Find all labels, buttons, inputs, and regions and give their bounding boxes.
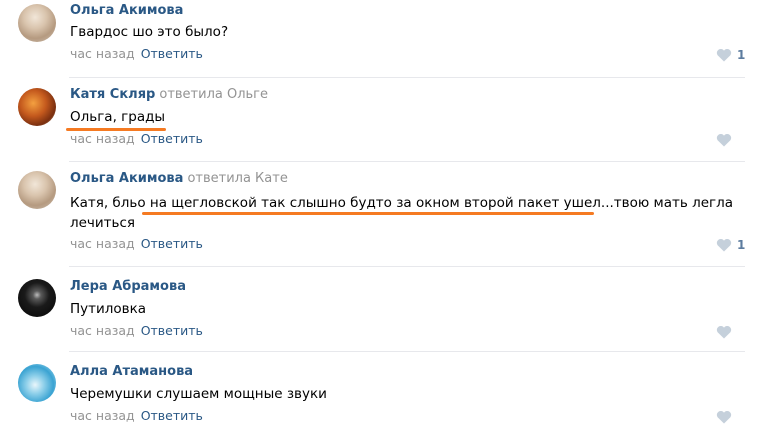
- avatar[interactable]: [18, 171, 56, 209]
- comment-text: Черемушки слушаем мощные звуки: [70, 386, 327, 402]
- heart-icon: [716, 133, 732, 147]
- comment-text: Гвардос шо это было?: [70, 24, 229, 40]
- author-line: Ольга Акимова: [70, 3, 183, 18]
- annotation-underline: [142, 212, 594, 215]
- comment-item: Лера Абрамова Путиловка час назад Ответит…: [0, 267, 771, 352]
- avatar[interactable]: [18, 4, 56, 42]
- author-line: Ольга Акимова ответила Кате: [70, 171, 288, 186]
- like-button[interactable]: [716, 133, 737, 147]
- author-line: Катя Скляр ответила Ольге: [70, 87, 268, 102]
- like-count: 1: [737, 48, 746, 62]
- like-button[interactable]: [716, 410, 737, 424]
- author-name[interactable]: Ольга Акимова: [70, 3, 183, 18]
- reply-button[interactable]: Ответить: [141, 323, 203, 338]
- author-line: Лера Абрамова: [70, 279, 186, 294]
- avatar[interactable]: [18, 279, 56, 317]
- heart-icon: [716, 325, 732, 339]
- comments-feed: Ольга Акимова Гвардос шо это было? час н…: [0, 0, 771, 440]
- comment-time[interactable]: час назад: [70, 46, 135, 61]
- reply-to-label[interactable]: ответила Кате: [187, 171, 287, 186]
- like-count: 1: [737, 238, 746, 252]
- comment-meta: час назад Ответить: [70, 131, 203, 146]
- like-button[interactable]: 1: [716, 48, 745, 62]
- like-button[interactable]: [716, 325, 737, 339]
- reply-to-label[interactable]: ответила Ольге: [159, 87, 268, 102]
- reply-button[interactable]: Ответить: [141, 236, 203, 251]
- comment-meta: час назад Ответить: [70, 236, 203, 251]
- reply-button[interactable]: Ответить: [141, 131, 203, 146]
- author-name[interactable]: Алла Атаманова: [70, 364, 193, 379]
- comment-time[interactable]: час назад: [70, 408, 135, 423]
- comment-meta: час назад Ответить: [70, 323, 203, 338]
- reply-button[interactable]: Ответить: [141, 46, 203, 61]
- comment-meta: час назад Ответить: [70, 46, 203, 61]
- comment-item: Ольга Акимова ответила Кате Катя, бльо на…: [0, 162, 771, 262]
- heart-icon: [716, 238, 732, 252]
- author-name[interactable]: Ольга Акимова: [70, 171, 183, 186]
- comment-meta: час назад Ответить: [70, 408, 203, 423]
- comment-item: Ольга Акимова Гвардос шо это было? час н…: [0, 0, 771, 80]
- heart-icon: [716, 48, 732, 62]
- comment-item: Катя Скляр ответила Ольге Ольга, грады ча…: [0, 80, 771, 160]
- like-button[interactable]: 1: [716, 238, 745, 252]
- comment-time[interactable]: час назад: [70, 236, 135, 251]
- author-line: Алла Атаманова: [70, 364, 193, 379]
- comment-text: Ольга, грады: [70, 109, 166, 125]
- author-name[interactable]: Катя Скляр: [70, 87, 155, 102]
- author-name[interactable]: Лера Абрамова: [70, 279, 186, 294]
- avatar[interactable]: [18, 88, 56, 126]
- comment-item: Алла Атаманова Черемушки слушаем мощные …: [0, 352, 771, 440]
- comment-time[interactable]: час назад: [70, 131, 135, 146]
- avatar[interactable]: [18, 364, 56, 402]
- comment-text: Путиловка: [70, 301, 147, 317]
- heart-icon: [716, 410, 732, 424]
- divider: [69, 77, 745, 78]
- reply-button[interactable]: Ответить: [141, 408, 203, 423]
- comment-time[interactable]: час назад: [70, 323, 135, 338]
